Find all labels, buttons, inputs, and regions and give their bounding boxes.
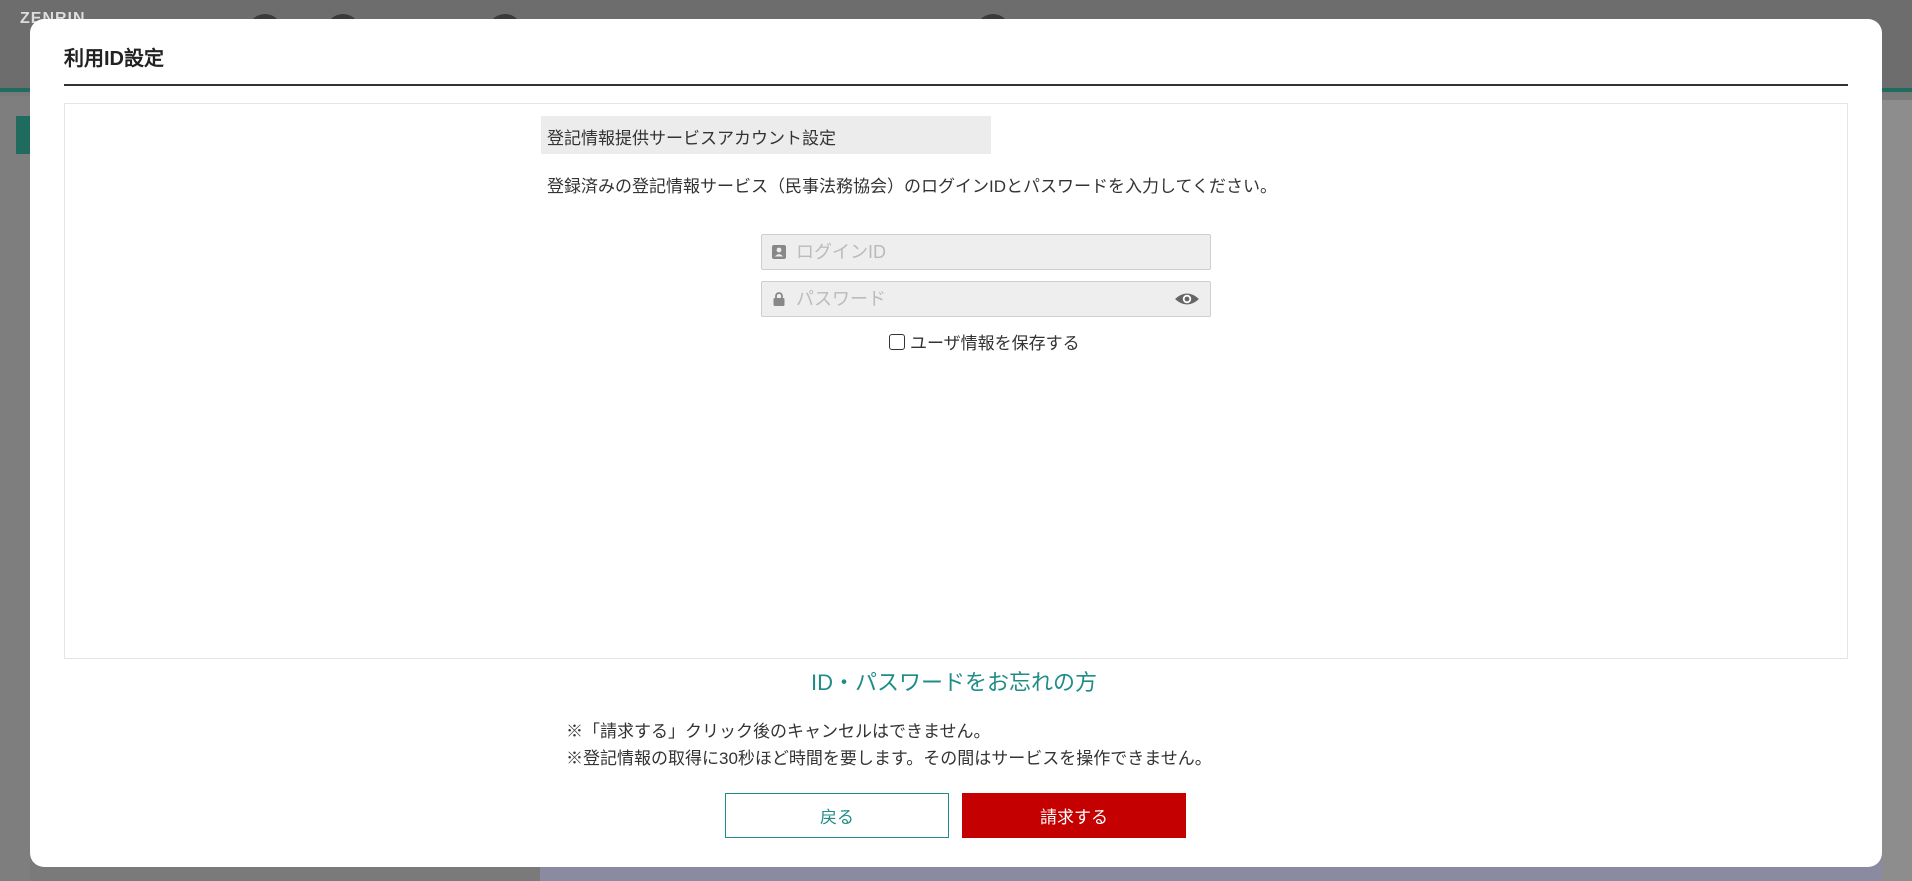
section-header: 登記情報提供サービスアカウント設定 bbox=[541, 116, 991, 154]
usage-id-settings-dialog: 利用ID設定 登記情報提供サービスアカウント設定 登録済みの登記情報サービス（民… bbox=[30, 19, 1882, 867]
instructions-text: 登録済みの登記情報サービス（民事法務協会）のログインIDとパスワードを入力してく… bbox=[547, 177, 1277, 196]
password-input[interactable] bbox=[796, 284, 1156, 314]
back-button[interactable]: 戻る bbox=[725, 793, 949, 838]
request-button[interactable]: 請求する bbox=[962, 793, 1186, 838]
login-id-field[interactable] bbox=[761, 234, 1211, 270]
cancel-note: ※「請求する」クリック後のキャンセルはできません。 bbox=[566, 722, 991, 741]
title-divider bbox=[64, 84, 1848, 86]
forgot-credentials-link[interactable]: ID・パスワードをお忘れの方 bbox=[811, 665, 1097, 697]
lock-icon bbox=[772, 292, 786, 306]
background-sidebar bbox=[0, 96, 30, 881]
remember-user-checkbox[interactable]: ユーザ情報を保存する bbox=[889, 329, 1080, 354]
remember-label: ユーザ情報を保存する bbox=[910, 334, 1080, 353]
eye-icon[interactable] bbox=[1174, 289, 1200, 309]
checkbox-box[interactable] bbox=[889, 333, 905, 350]
password-field[interactable] bbox=[761, 281, 1211, 317]
background-map-right bbox=[1882, 100, 1912, 881]
dialog-title: 利用ID設定 bbox=[64, 48, 164, 70]
wait-time-note: ※登記情報の取得に30秒ほど時間を要します。その間はサービスを操作できません。 bbox=[566, 749, 1212, 768]
account-settings-panel: 登記情報提供サービスアカウント設定 登録済みの登記情報サービス（民事法務協会）の… bbox=[64, 103, 1848, 659]
id-card-icon bbox=[772, 245, 786, 259]
background-sidebar-tab bbox=[16, 116, 30, 154]
login-id-input[interactable] bbox=[796, 237, 1156, 267]
